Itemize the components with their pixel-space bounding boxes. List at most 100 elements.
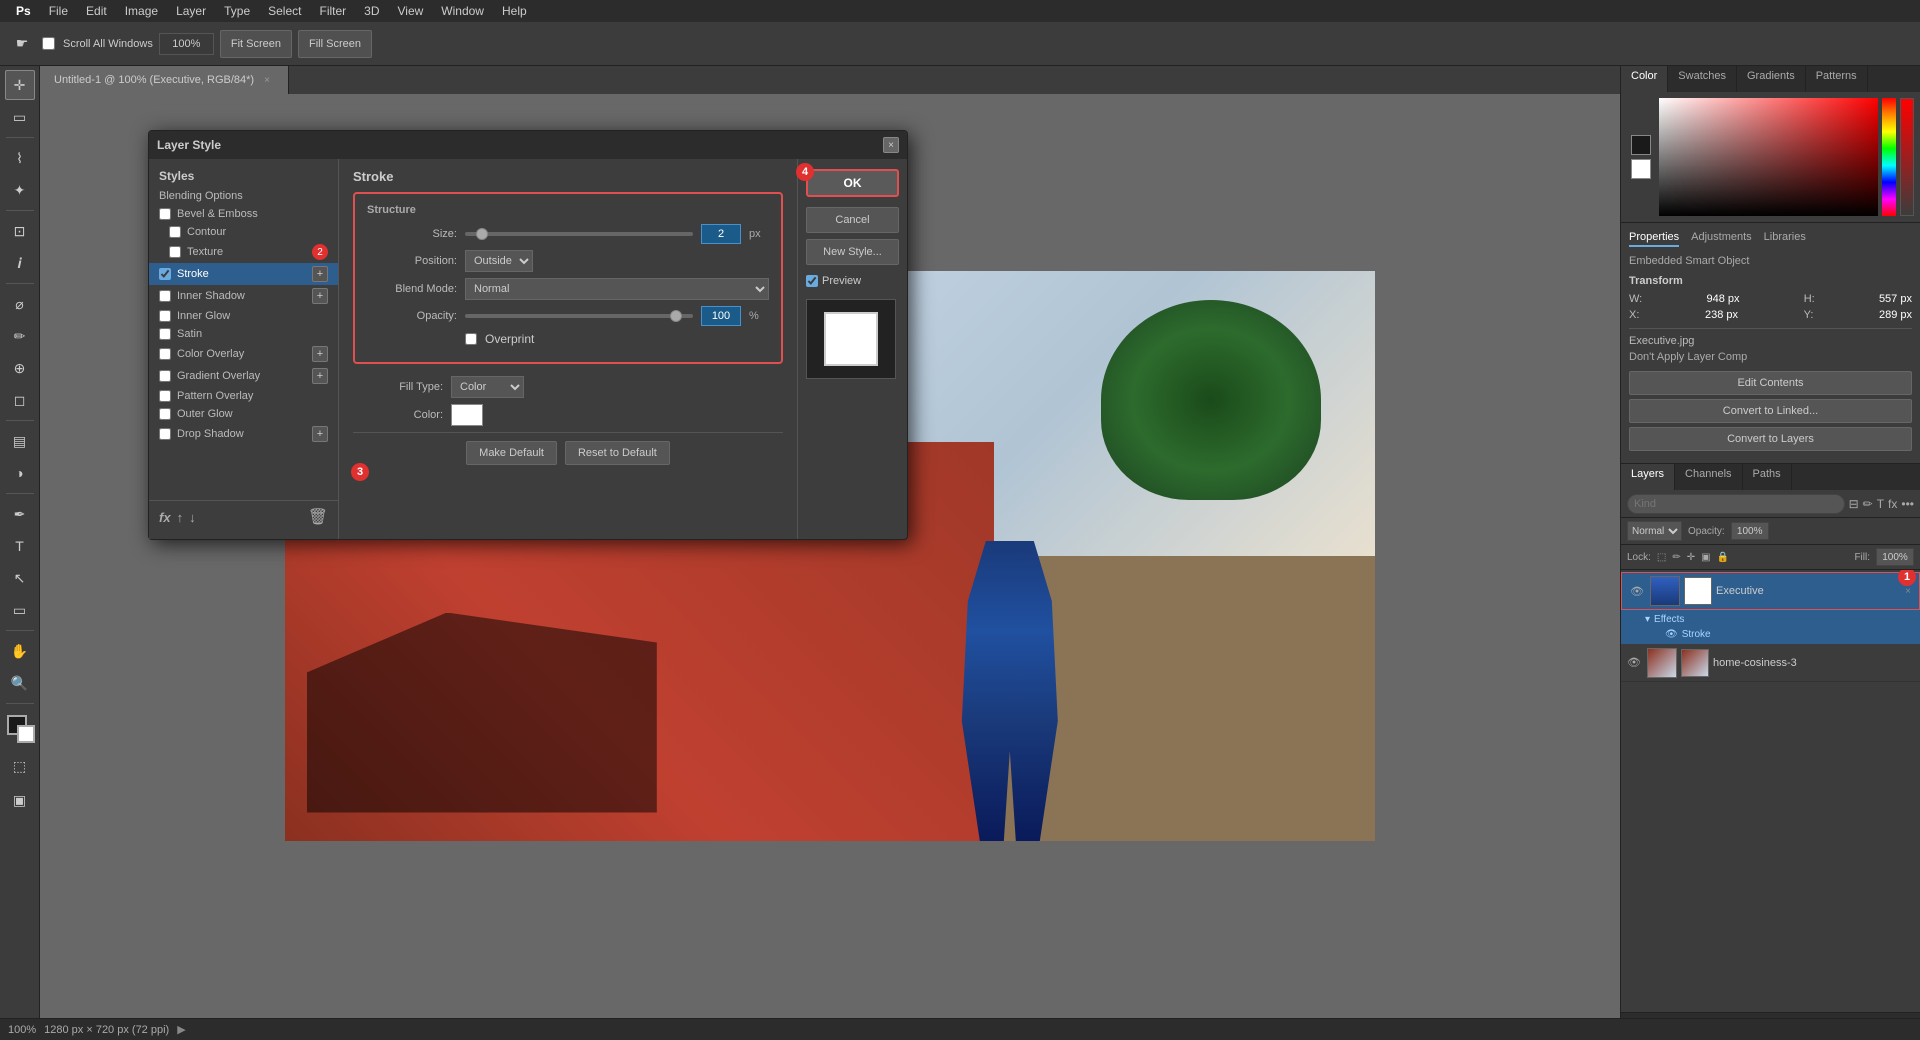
spot-heal-tool[interactable]: ⌀ — [5, 289, 35, 319]
menu-image[interactable]: Image — [117, 2, 166, 20]
clone-tool[interactable]: ⊕ — [5, 353, 35, 383]
layers-search-input[interactable] — [1627, 494, 1845, 514]
burn-tool[interactable]: ◑ — [5, 458, 35, 488]
magic-wand-tool[interactable]: ✦ — [5, 175, 35, 205]
layer-executive-close[interactable]: × — [1901, 584, 1915, 598]
menu-3d[interactable]: 3D — [356, 2, 387, 20]
texture-checkbox[interactable] — [169, 246, 181, 258]
zoom-input[interactable] — [159, 33, 214, 55]
contour-checkbox[interactable] — [169, 226, 181, 238]
make-default-btn[interactable]: Make Default — [466, 441, 557, 465]
dialog-contour[interactable]: Contour — [149, 223, 338, 241]
add-effect-icon[interactable]: ↑ — [177, 510, 184, 525]
dialog-texture[interactable]: Texture 2 — [149, 241, 338, 263]
color-tab[interactable]: Color — [1621, 66, 1668, 92]
hand-pan-tool[interactable]: ✋ — [5, 636, 35, 666]
opacity-input[interactable] — [701, 306, 741, 326]
stroke-checkbox[interactable] — [159, 268, 171, 280]
doc-tab-close-btn[interactable]: × — [260, 73, 274, 87]
dialog-drop-shadow[interactable]: Drop Shadow + — [149, 423, 338, 445]
paths-tab[interactable]: Paths — [1743, 464, 1792, 490]
gradient-overlay-plus-btn[interactable]: + — [312, 368, 328, 384]
color-swatches[interactable] — [5, 713, 35, 743]
path-select-tool[interactable]: ↖ — [5, 563, 35, 593]
menu-type[interactable]: Type — [216, 2, 258, 20]
eraser-tool[interactable]: ◻ — [5, 385, 35, 415]
menu-filter[interactable]: Filter — [311, 2, 354, 20]
drop-shadow-plus-btn[interactable]: + — [312, 426, 328, 442]
quick-mask-tool[interactable]: ⬚ — [5, 751, 35, 781]
overprint-checkbox[interactable] — [465, 333, 477, 345]
hand-tool-btn[interactable]: ☛ — [8, 30, 36, 58]
color-alpha-bar[interactable] — [1900, 98, 1914, 216]
position-select[interactable]: Outside Inside Center — [465, 250, 533, 272]
fill-screen-btn[interactable]: Fill Screen — [298, 30, 372, 58]
lasso-tool[interactable]: ⌇ — [5, 143, 35, 173]
layer-blend-mode-select[interactable]: Normal — [1627, 521, 1682, 541]
color-preview-swatch[interactable] — [451, 404, 483, 426]
drop-shadow-checkbox[interactable] — [159, 428, 171, 440]
menu-select[interactable]: Select — [260, 2, 309, 20]
dialog-bevel-emboss[interactable]: Bevel & Emboss — [149, 205, 338, 223]
document-tab[interactable]: Untitled-1 @ 100% (Executive, RGB/84*) × — [40, 66, 289, 94]
layer-home-cosiness[interactable]: 👁 home-cosiness-3 — [1621, 644, 1920, 682]
fit-screen-btn[interactable]: Fit Screen — [220, 30, 292, 58]
dialog-stroke[interactable]: Stroke + — [149, 263, 338, 285]
dialog-pattern-overlay[interactable]: Pattern Overlay — [149, 387, 338, 405]
more-filter-icon[interactable]: ••• — [1901, 497, 1914, 511]
zoom-tool[interactable]: 🔍 — [5, 668, 35, 698]
menu-view[interactable]: View — [390, 2, 432, 20]
stroke-effect-eye[interactable]: 👁 — [1665, 629, 1678, 640]
move-effect-down-icon[interactable]: ↓ — [189, 510, 196, 525]
dialog-titlebar[interactable]: Layer Style × — [149, 131, 907, 159]
color-overlay-plus-btn[interactable]: + — [312, 346, 328, 362]
fill-input[interactable] — [1876, 548, 1914, 566]
scroll-all-windows-checkbox[interactable] — [42, 37, 55, 50]
color-spectrum[interactable] — [1882, 98, 1896, 216]
size-input[interactable] — [701, 224, 741, 244]
menu-file[interactable]: File — [41, 2, 76, 20]
preview-checkbox[interactable] — [806, 275, 818, 287]
screen-mode-btn[interactable]: ▣ — [5, 785, 35, 815]
swatches-tab[interactable]: Swatches — [1668, 66, 1737, 92]
effects-collapse-icon[interactable]: ▾ — [1645, 614, 1650, 625]
convert-to-linked-btn[interactable]: Convert to Linked... — [1629, 399, 1912, 423]
color-picker-gradient[interactable] — [1659, 98, 1878, 216]
app-icon[interactable]: Ps — [8, 2, 39, 20]
inner-shadow-checkbox[interactable] — [159, 290, 171, 302]
brush-tool[interactable]: ✏ — [5, 321, 35, 351]
brush-filter-icon[interactable]: ✏ — [1863, 497, 1873, 511]
pen-tool[interactable]: ✒ — [5, 499, 35, 529]
type-tool[interactable]: T — [5, 531, 35, 561]
blend-mode-select[interactable]: Normal Multiply Screen — [465, 278, 769, 300]
props-tab-properties[interactable]: Properties — [1629, 231, 1679, 247]
background-color[interactable] — [17, 725, 35, 743]
channels-tab[interactable]: Channels — [1675, 464, 1742, 490]
gradient-tool[interactable]: ▤ — [5, 426, 35, 456]
menu-window[interactable]: Window — [433, 2, 492, 20]
lock-artboard-icon[interactable]: ▣ — [1701, 552, 1710, 563]
layer-home-eye[interactable]: 👁 — [1625, 654, 1643, 672]
layer-executive-eye[interactable]: 👁 — [1628, 582, 1646, 600]
stroke-plus-btn[interactable]: + — [312, 266, 328, 282]
dialog-inner-shadow[interactable]: Inner Shadow + — [149, 285, 338, 307]
inner-shadow-plus-btn[interactable]: + — [312, 288, 328, 304]
shape-tool[interactable]: ▭ — [5, 595, 35, 625]
dialog-satin[interactable]: Satin — [149, 325, 338, 343]
filter-icon[interactable]: ⊟ — [1849, 497, 1859, 511]
gradient-overlay-checkbox[interactable] — [159, 370, 171, 382]
props-tab-adjustments[interactable]: Adjustments — [1691, 231, 1752, 247]
bg-color-swatch[interactable] — [1631, 159, 1651, 179]
lock-transparent-icon[interactable]: ⬚ — [1657, 552, 1666, 563]
dialog-inner-glow[interactable]: Inner Glow — [149, 307, 338, 325]
dialog-gradient-overlay[interactable]: Gradient Overlay + — [149, 365, 338, 387]
inner-glow-checkbox[interactable] — [159, 310, 171, 322]
pattern-overlay-checkbox[interactable] — [159, 390, 171, 402]
nav-arrow[interactable]: ▶ — [177, 1023, 185, 1036]
menu-help[interactable]: Help — [494, 2, 535, 20]
delete-effect-btn[interactable]: 🗑 — [308, 507, 328, 527]
color-overlay-checkbox[interactable] — [159, 348, 171, 360]
layer-executive[interactable]: 👁 Executive × — [1621, 572, 1920, 610]
crop-tool[interactable]: ⊡ — [5, 216, 35, 246]
satin-checkbox[interactable] — [159, 328, 171, 340]
